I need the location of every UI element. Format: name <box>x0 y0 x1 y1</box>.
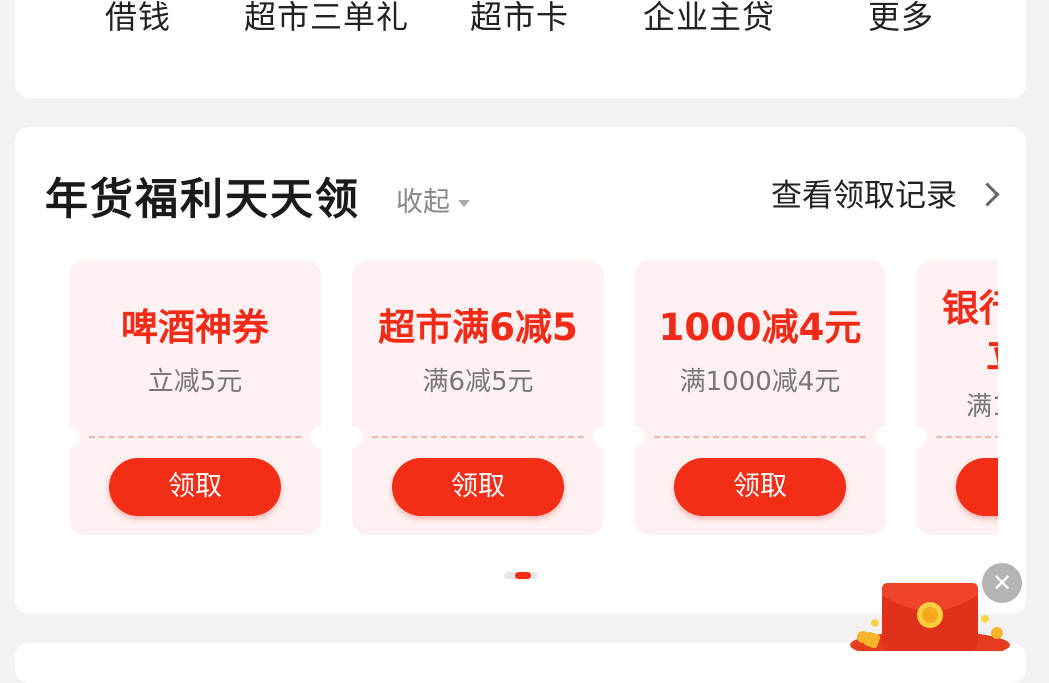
coupon-subtitle: 满6减5元 <box>422 367 534 397</box>
coupon-notch <box>875 426 897 448</box>
welfare-card: 年货福利天天领 收起 查看领取记录 啤酒神券 立减5元 领取 超市满6减5 满6… <box>15 127 1026 614</box>
coupon-card: 啤酒神券 立减5元 领取 <box>69 260 332 535</box>
nav-item-borrow[interactable]: 借钱 <box>105 0 171 38</box>
coupon-subtitle: 立减5元 <box>147 367 243 397</box>
nav-item-supermarket-gift[interactable]: 超市三单礼 <box>244 0 409 38</box>
claim-button[interactable]: 领取 <box>392 458 564 516</box>
caret-down-icon <box>458 200 470 207</box>
collapse-label: 收起 <box>396 187 450 218</box>
coupon-subtitle: 满1 <box>966 392 998 422</box>
coupon-title: 啤酒神券 <box>121 306 269 349</box>
carousel-pagination <box>504 572 538 579</box>
coupon-title: 1000减4元 <box>658 306 862 349</box>
nav-item-business-loan[interactable]: 企业主贷 <box>643 0 775 38</box>
coupon-notch <box>310 426 332 448</box>
coupon-notch <box>69 426 80 448</box>
close-icon[interactable]: ✕ <box>982 563 1022 603</box>
coupon-divider <box>654 436 866 438</box>
claim-button[interactable]: 领取 <box>674 458 846 516</box>
quick-nav: 借钱 超市三单礼 超市卡 企业主贷 更多 <box>15 0 1026 40</box>
coupon-card: 1000减4元 满1000减4元 领取 <box>623 260 897 535</box>
coupon-title-line2: 立 <box>986 324 998 378</box>
chevron-right-icon <box>975 182 1000 207</box>
claim-button[interactable]: 领取 <box>956 458 998 516</box>
pagination-active-dot <box>515 572 531 579</box>
coupon-notch <box>623 426 645 448</box>
coupon-divider <box>936 436 998 438</box>
collapse-toggle[interactable]: 收起 <box>396 180 470 219</box>
quick-nav-card: 借钱 超市三单礼 超市卡 企业主贷 更多 <box>15 0 1026 98</box>
claim-button[interactable]: 领取 <box>109 458 281 516</box>
section-title: 年货福利天天领 <box>45 175 360 225</box>
coupon-divider <box>372 436 584 438</box>
coupon-card: 银行 立 满1 领取 <box>905 260 998 535</box>
coupon-notch <box>341 426 363 448</box>
coupon-carousel[interactable]: 啤酒神券 立减5元 领取 超市满6减5 满6减5元 领取 1000减4元 满10… <box>69 260 998 537</box>
view-records-link[interactable]: 查看领取记录 <box>771 170 1000 215</box>
coupon-divider <box>89 436 301 438</box>
coupon-notch <box>905 426 927 448</box>
coupon-notch <box>593 426 615 448</box>
nav-item-more[interactable]: 更多 <box>868 0 934 38</box>
nav-item-supermarket-card[interactable]: 超市卡 <box>470 0 569 38</box>
coupon-card: 超市满6减5 满6减5元 领取 <box>341 260 615 535</box>
coupon-title: 超市满6减5 <box>378 306 578 349</box>
coupon-subtitle: 满1000减4元 <box>679 367 841 397</box>
view-records-label: 查看领取记录 <box>771 178 957 214</box>
